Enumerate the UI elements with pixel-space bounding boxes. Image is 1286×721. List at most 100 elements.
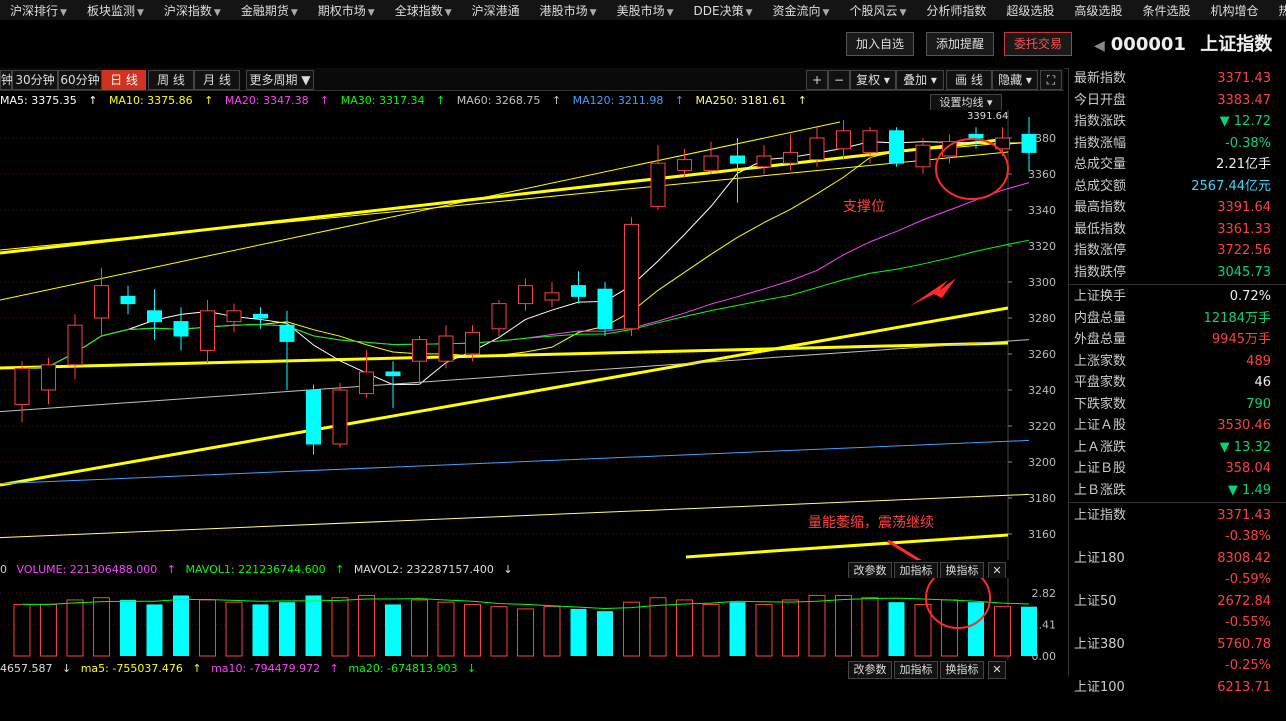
candle	[968, 133, 984, 139]
index-name: 上证180	[1074, 551, 1125, 566]
nav-item-label: DDE决策	[693, 3, 744, 18]
index-name: 上证指数	[1074, 508, 1127, 523]
period-tab-5[interactable]: 月 线	[194, 70, 240, 90]
volume-bar	[385, 604, 401, 656]
add-alert-button[interactable]: 添加提醒	[926, 32, 994, 56]
nav-item-13[interactable]: 超级选股	[996, 2, 1064, 19]
nav-item-16[interactable]: 机构增仓	[1200, 2, 1268, 19]
nav-item-7[interactable]: 港股市场 ▼	[530, 2, 607, 19]
close-indicator-panel-icon[interactable]: ✕	[988, 661, 1006, 679]
stock-name: 上证指数	[1200, 34, 1273, 55]
nav-item-17[interactable]: 热点	[1268, 2, 1286, 19]
trade-button[interactable]: 委托交易	[1004, 32, 1072, 56]
ma20-label: MA20: 3347.38 ↑	[224, 94, 330, 107]
quote-row: 总成交额 2567.44亿元	[1069, 176, 1279, 197]
candle	[836, 130, 851, 150]
index-item[interactable]: 上证100 6213.71	[1069, 677, 1279, 721]
candle	[756, 155, 772, 168]
quote-value: 790	[1246, 396, 1271, 412]
add-indicator-button-2[interactable]: 加指标	[894, 661, 938, 679]
nav-item-label: 沪深指数	[163, 3, 212, 18]
candle	[253, 313, 268, 319]
candle	[147, 310, 162, 323]
period-label: 30分钟	[15, 73, 55, 87]
candle	[306, 389, 321, 445]
nav-item-10[interactable]: 资金流向 ▼	[763, 2, 840, 19]
volume-bar	[411, 599, 428, 657]
nav-item-label: 分析师指数	[926, 3, 987, 18]
fullscreen-icon[interactable]: ⛶	[1040, 70, 1062, 90]
change-params-button-2[interactable]: 改参数	[848, 661, 892, 679]
index-change-pct: -0.55%	[1225, 615, 1271, 630]
divider	[1069, 284, 1286, 285]
candle	[1021, 133, 1037, 153]
nav-item-label: 超级选股	[1006, 3, 1055, 18]
y-tick-label: 3220	[1028, 420, 1056, 433]
back-arrow-icon[interactable]: ◀	[1094, 38, 1105, 54]
quote-row: 指数涨停 3722.56	[1069, 240, 1279, 261]
quote-value: 3391.64	[1217, 200, 1271, 215]
quote-label: 上证Ｂ股	[1074, 461, 1127, 476]
volume-y-tick: 2.82	[1032, 587, 1057, 600]
chart-tool-label: −	[833, 73, 845, 87]
period-tab-6[interactable]: 更多周期 ▼	[246, 70, 314, 90]
chart-tool-3[interactable]: 叠加 ▾	[896, 70, 944, 90]
nav-item-1[interactable]: 板块监测 ▼	[77, 2, 154, 19]
nav-item-6[interactable]: 沪深港通	[462, 2, 530, 19]
period-tab-1[interactable]: 30分钟	[12, 70, 58, 90]
nav-item-label: 沪深港通	[471, 3, 520, 18]
volume-bar	[40, 603, 57, 657]
quote-value: ▼ 13.32	[1219, 439, 1271, 455]
quote-row: 上证换手 0.72%	[1069, 286, 1279, 307]
quote-label: 指数跌停	[1074, 264, 1127, 280]
index-item[interactable]: 上证180 8308.42 -0.59%	[1069, 548, 1279, 592]
indicator-ma5: ma5: -755037.476 ↑	[80, 662, 202, 675]
period-tab-4[interactable]: 周 线	[148, 70, 194, 90]
volume-bar	[676, 599, 693, 657]
index-item[interactable]: 上证指数 3371.43 -0.38%	[1069, 505, 1279, 549]
candlestick-chart[interactable]: 3380336033403320330032803260324032203200…	[0, 110, 1064, 560]
volume-bar	[702, 603, 720, 657]
nav-item-5[interactable]: 全球指数 ▼	[385, 2, 462, 19]
chart-tool-0[interactable]: +	[806, 70, 828, 90]
candle	[703, 155, 719, 171]
quote-label: 指数涨停	[1074, 243, 1127, 258]
nav-item-label: 条件选股	[1142, 3, 1191, 18]
candle	[173, 321, 189, 337]
nav-item-8[interactable]: 美股市场 ▼	[607, 2, 684, 19]
nav-item-15[interactable]: 条件选股	[1132, 2, 1200, 19]
volume-chart[interactable]: 2.821.410.00	[0, 578, 1064, 660]
quote-row: 上涨家数 489	[1069, 351, 1279, 372]
candle	[862, 130, 878, 153]
volume-bar	[305, 595, 322, 656]
volume-legend: 0 VOLUME: 221306488.000 ↑ MAVOL1: 221236…	[0, 561, 519, 579]
nav-item-2[interactable]: 沪深指数 ▼	[154, 2, 231, 19]
nav-item-14[interactable]: 高级选股	[1064, 2, 1132, 19]
nav-item-4[interactable]: 期权市场 ▼	[308, 2, 385, 19]
chart-tool-2[interactable]: 复权 ▾	[850, 70, 896, 90]
nav-item-0[interactable]: 沪深排行 ▼	[0, 2, 77, 19]
period-tab-3[interactable]: 日 线	[102, 70, 146, 90]
period-tab-0[interactable]: 钟	[0, 70, 13, 90]
switch-indicator-button-2[interactable]: 换指标	[940, 661, 984, 679]
candle	[41, 364, 56, 391]
candle	[67, 324, 83, 366]
quote-row: 最高指数 3391.64	[1069, 197, 1279, 218]
nav-item-9[interactable]: DDE决策 ▼	[684, 2, 763, 19]
chevron-down-icon: ▼	[822, 7, 830, 18]
chart-tool-4[interactable]: 画 线	[946, 70, 992, 90]
add-watchlist-button[interactable]: 加入自选	[846, 32, 914, 56]
nav-item-11[interactable]: 个股风云 ▼	[839, 2, 916, 19]
index-item[interactable]: 上证380 5760.78 -0.25%	[1069, 634, 1279, 678]
volume-bar	[570, 608, 587, 656]
nav-item-12[interactable]: 分析师指数	[916, 2, 996, 19]
nav-item-3[interactable]: 金融期货 ▼	[231, 2, 308, 19]
quote-label: 最高指数	[1074, 200, 1127, 215]
chart-tool-5[interactable]: 隐藏 ▾	[992, 70, 1038, 90]
period-tab-2[interactable]: 60分钟	[58, 70, 102, 90]
chart-tool-1[interactable]: −	[828, 70, 850, 90]
nav-item-label: 美股市场	[616, 3, 665, 18]
index-item[interactable]: 上证50 2672.84 -0.55%	[1069, 591, 1279, 635]
volume-bar	[597, 611, 613, 656]
quote-value: 3361.33	[1217, 221, 1271, 237]
